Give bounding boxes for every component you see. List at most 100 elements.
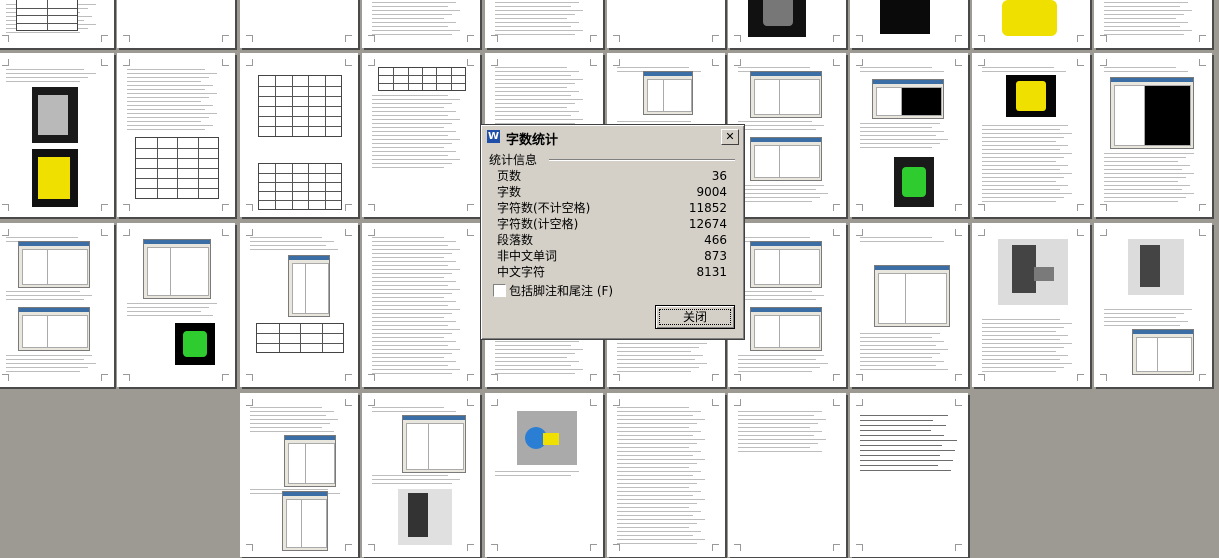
crop-mark	[856, 544, 863, 551]
text-line	[250, 407, 322, 408]
text-line	[617, 427, 689, 428]
close-button[interactable]: 关闭	[655, 305, 735, 329]
reference-line	[860, 455, 940, 456]
document-page[interactable]	[485, 0, 603, 48]
text-line	[250, 415, 326, 416]
text-line	[372, 305, 448, 306]
crop-mark	[246, 544, 253, 551]
text-line	[617, 499, 705, 500]
crop-mark	[222, 229, 229, 236]
text-line	[372, 357, 444, 358]
document-page[interactable]	[850, 393, 968, 557]
text-line	[372, 167, 444, 168]
document-page[interactable]	[240, 0, 358, 48]
text-line	[372, 325, 448, 326]
text-line	[372, 309, 460, 310]
text-line	[372, 411, 456, 412]
document-page[interactable]	[972, 0, 1090, 48]
text-line	[982, 197, 1064, 198]
text-line	[372, 333, 452, 334]
document-page[interactable]	[0, 53, 114, 217]
panel	[1114, 85, 1145, 146]
crop-mark	[368, 204, 375, 211]
text-line	[495, 373, 575, 374]
document-page[interactable]	[362, 0, 480, 48]
document-page[interactable]	[728, 393, 846, 557]
crop-mark	[222, 204, 229, 211]
text-line	[6, 32, 80, 33]
text-line	[372, 285, 448, 286]
crop-mark	[345, 204, 352, 211]
text-line	[617, 487, 689, 488]
text-line	[982, 363, 1072, 364]
text-line	[372, 14, 452, 15]
text-line	[495, 353, 575, 354]
document-page[interactable]	[1094, 223, 1212, 387]
document-page[interactable]	[117, 53, 235, 217]
text-line	[6, 77, 88, 78]
crop-mark	[491, 35, 498, 42]
text-line	[495, 22, 579, 23]
document-page[interactable]	[1094, 0, 1212, 48]
document-page[interactable]	[240, 223, 358, 387]
part-figure	[38, 157, 70, 199]
text-line	[1104, 10, 1192, 11]
document-page[interactable]	[850, 0, 968, 48]
window-bar	[403, 416, 465, 420]
crop-mark	[590, 35, 597, 42]
document-page[interactable]	[728, 0, 846, 48]
text-line	[372, 10, 460, 11]
text-line	[738, 355, 824, 356]
text-line	[617, 495, 693, 496]
document-page[interactable]	[240, 53, 358, 217]
stat-value: 466	[704, 233, 727, 247]
part-figure	[1034, 267, 1054, 281]
text-line	[495, 361, 579, 362]
document-page[interactable]	[0, 223, 114, 387]
text-line	[617, 67, 689, 68]
dialog-title-bar[interactable]: W 字数统计 ✕	[484, 128, 741, 148]
document-page[interactable]	[1094, 53, 1212, 217]
window-bar	[285, 436, 335, 440]
panel	[427, 423, 464, 470]
include-footnotes-checkbox[interactable]	[493, 284, 506, 297]
include-footnotes-label[interactable]: 包括脚注和尾注 (F)	[509, 282, 613, 299]
document-page[interactable]	[362, 223, 480, 387]
document-page[interactable]	[728, 223, 846, 387]
text-line	[1104, 22, 1188, 23]
text-line	[860, 353, 940, 354]
table-rule	[259, 86, 341, 87]
reference-line	[860, 420, 933, 421]
screenshot-figure	[402, 415, 466, 473]
document-page[interactable]	[972, 223, 1090, 387]
document-page[interactable]	[0, 0, 114, 48]
document-page[interactable]	[485, 393, 603, 557]
crop-mark	[955, 204, 962, 211]
window-bar	[751, 138, 821, 142]
document-page[interactable]	[972, 53, 1090, 217]
text-line	[6, 81, 80, 82]
document-page[interactable]	[362, 53, 480, 217]
document-page[interactable]	[240, 393, 358, 557]
panel	[754, 249, 781, 285]
document-page[interactable]	[850, 223, 968, 387]
part-figure	[408, 493, 428, 537]
crop-mark	[833, 374, 840, 381]
document-page[interactable]	[362, 393, 480, 557]
crop-mark	[368, 229, 375, 236]
document-page[interactable]	[117, 0, 235, 48]
screenshot-figure	[143, 239, 211, 299]
part-figure	[38, 95, 68, 135]
document-page[interactable]	[850, 53, 968, 217]
window-bar	[289, 256, 329, 260]
text-line	[860, 139, 948, 140]
text-line	[982, 157, 1064, 158]
text-line	[982, 193, 1072, 194]
document-page[interactable]	[728, 53, 846, 217]
document-page[interactable]	[607, 393, 725, 557]
close-icon[interactable]: ✕	[721, 129, 739, 145]
text-line	[495, 79, 583, 80]
document-page[interactable]	[607, 0, 725, 48]
document-page[interactable]	[117, 223, 235, 387]
text-line	[738, 291, 812, 292]
